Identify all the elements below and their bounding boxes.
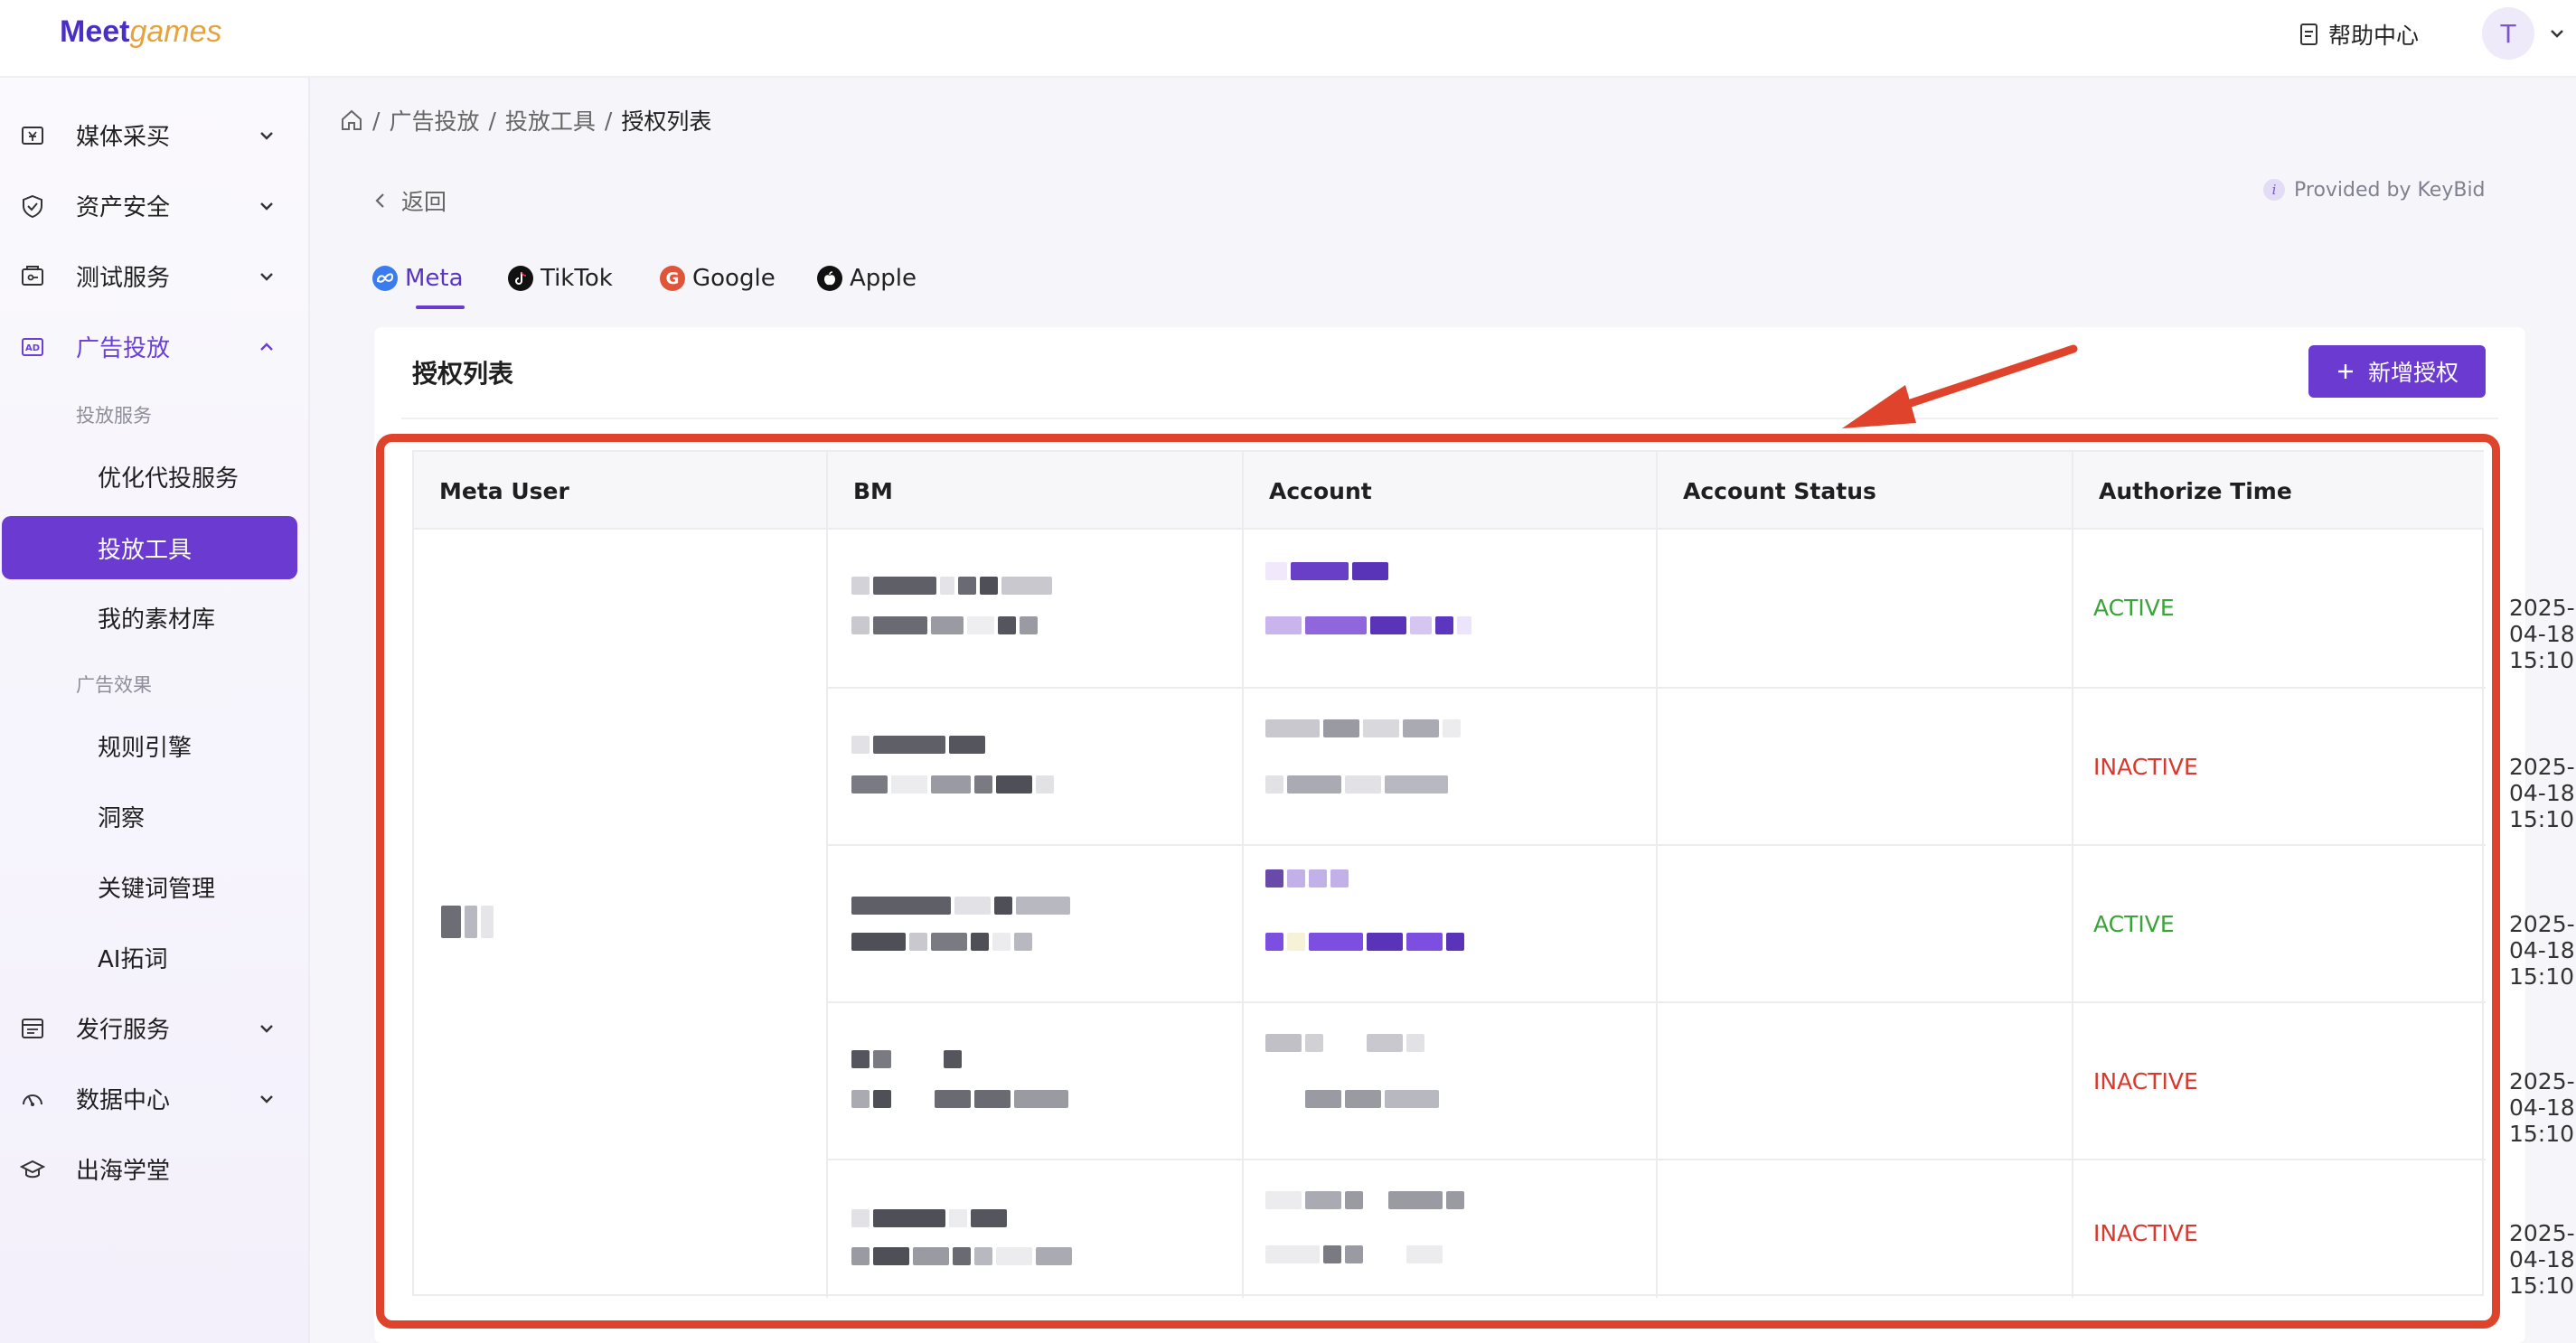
sidebar-item-label: 媒体采买 [76, 123, 171, 151]
authorize-time: 2025-04-18 15:10:11 [2509, 595, 2576, 673]
chevron-down-icon[interactable] [2547, 23, 2567, 43]
sidebar-subitem-ai-keywords[interactable]: AI拓词 [0, 928, 310, 986]
home-icon[interactable] [340, 108, 363, 132]
card-divider [401, 418, 2498, 419]
breadcrumb-current: 授权列表 [621, 108, 712, 135]
sidebar-subitem-label: 我的素材库 [98, 606, 216, 634]
svg-text:AD: AD [25, 343, 40, 353]
chevron-down-icon [260, 1095, 273, 1104]
tab-apple[interactable]: Apple [817, 258, 917, 298]
chevron-down-icon [260, 132, 273, 140]
sidebar-subitem-label: 规则引擎 [98, 734, 193, 762]
back-button[interactable]: 返回 [372, 184, 447, 217]
sidebar-item-label: 资产安全 [76, 193, 171, 221]
breadcrumb-separator: / [372, 107, 381, 134]
tab-label: Apple [850, 265, 917, 292]
group-title-ad-effect: 广告效果 [76, 674, 152, 696]
user-avatar[interactable]: T [2482, 7, 2534, 60]
chevron-down-icon [260, 202, 273, 211]
sidebar-subitem-keyword-management[interactable]: 关键词管理 [0, 858, 310, 916]
tab-meta[interactable]: Meta [372, 258, 464, 298]
sidebar-item-ad-delivery[interactable]: AD 广告投放 [0, 319, 310, 373]
tab-label: Google [692, 265, 776, 292]
sidebar-subitem-optimize-service[interactable]: 优化代投服务 [0, 447, 310, 505]
highlight-rectangle [376, 434, 2500, 1329]
back-label: 返回 [401, 189, 447, 215]
active-tab-indicator [416, 305, 465, 309]
plus-icon [2337, 364, 2353, 379]
ad-icon: AD [22, 338, 43, 356]
sidebar-subitem-insight[interactable]: 洞察 [0, 787, 310, 845]
data-center-icon [23, 1094, 42, 1106]
tab-label: Meta [405, 265, 464, 292]
sidebar-subitem-label: 洞察 [98, 804, 146, 832]
test-service-icon [22, 266, 43, 286]
media-buy-icon [22, 127, 43, 145]
breadcrumb-delivery-tools[interactable]: 投放工具 [505, 104, 596, 136]
sidebar-subitem-my-materials[interactable]: 我的素材库 [0, 588, 310, 646]
shield-icon [23, 194, 42, 219]
sidebar-item-asset-security[interactable]: 资产安全 [0, 178, 310, 232]
help-center-label: 帮助中心 [2328, 23, 2420, 49]
tab-tiktok[interactable]: TikTok [508, 258, 613, 298]
info-icon: i [2263, 179, 2285, 201]
authorize-time: 2025-04-18 15:10:11 [2509, 911, 2576, 990]
sidebar-subitem-label: AI拓词 [98, 945, 168, 973]
tab-label: TikTok [541, 265, 613, 292]
google-icon: G [660, 266, 685, 291]
sidebar-item-test-service[interactable]: 测试服务 [0, 249, 310, 303]
add-authorization-label: 新增授权 [2367, 360, 2458, 386]
avatar-initial: T [2500, 18, 2516, 49]
sidebar-subitem-label: 优化代投服务 [98, 465, 240, 493]
sidebar-item-label: 出海学堂 [76, 1157, 171, 1185]
breadcrumb-ad-delivery[interactable]: 广告投放 [389, 104, 479, 136]
add-authorization-button[interactable]: 新增授权 [2308, 345, 2486, 398]
breadcrumb-separator: / [604, 107, 613, 134]
document-icon [2300, 23, 2317, 45]
sidebar-item-academy[interactable]: 出海学堂 [0, 1141, 310, 1196]
breadcrumb-separator: / [488, 107, 496, 134]
authorize-time: 2025-04-18 15:10:11 [2509, 1220, 2576, 1299]
sidebar-subitem-label: 关键词管理 [98, 875, 216, 903]
publish-icon [22, 1019, 43, 1038]
sidebar-item-media-buy[interactable]: 媒体采买 [0, 108, 310, 162]
authorize-time: 2025-04-18 15:10:11 [2509, 754, 2576, 832]
tab-google[interactable]: G Google [660, 258, 776, 298]
authorize-time: 2025-04-18 15:10:11 [2509, 1068, 2576, 1147]
sidebar-item-label: 测试服务 [76, 264, 171, 292]
sidebar-item-data-center[interactable]: 数据中心 [0, 1071, 310, 1125]
sidebar-subitem-rules-engine[interactable]: 规则引擎 [0, 717, 310, 775]
breadcrumb: / 广告投放 / 投放工具 / 授权列表 [340, 105, 711, 136]
apple-icon [817, 266, 842, 291]
chevron-up-icon [260, 343, 273, 351]
sidebar-subitem-delivery-tools[interactable]: 投放工具 [2, 516, 297, 579]
sidebar-item-publish-service[interactable]: 发行服务 [0, 1000, 310, 1055]
sidebar: 媒体采买 资产安全 测试服务 AD 广告投放 投放服务 优化代投服务 投放工具 … [0, 78, 310, 1343]
logo-text-games: games [129, 14, 222, 49]
chevron-down-icon [260, 273, 273, 281]
card-title: 授权列表 [412, 359, 514, 389]
logo-text-meet: Meet [60, 14, 130, 49]
meetgames-logo[interactable]: Meetgames [60, 9, 222, 54]
tiktok-icon [508, 266, 533, 291]
graduation-cap-icon [20, 1160, 45, 1179]
help-center-link[interactable]: 帮助中心 [2299, 18, 2419, 51]
group-title-delivery-service: 投放服务 [76, 405, 152, 427]
top-header: Meetgames 帮助中心 T [0, 0, 2576, 78]
sidebar-item-label: 广告投放 [76, 334, 171, 362]
sidebar-item-label: 数据中心 [76, 1086, 171, 1114]
meta-icon [372, 266, 398, 291]
chevron-left-icon [375, 193, 384, 208]
sidebar-subitem-label: 投放工具 [98, 536, 193, 564]
provided-by-label: Provided by KeyBid [2294, 178, 2486, 202]
chevron-down-icon [260, 1025, 273, 1033]
provided-by-note: i Provided by KeyBid [2263, 175, 2486, 204]
annotation-arrow-icon [1842, 344, 2078, 428]
sidebar-item-label: 发行服务 [76, 1016, 171, 1044]
